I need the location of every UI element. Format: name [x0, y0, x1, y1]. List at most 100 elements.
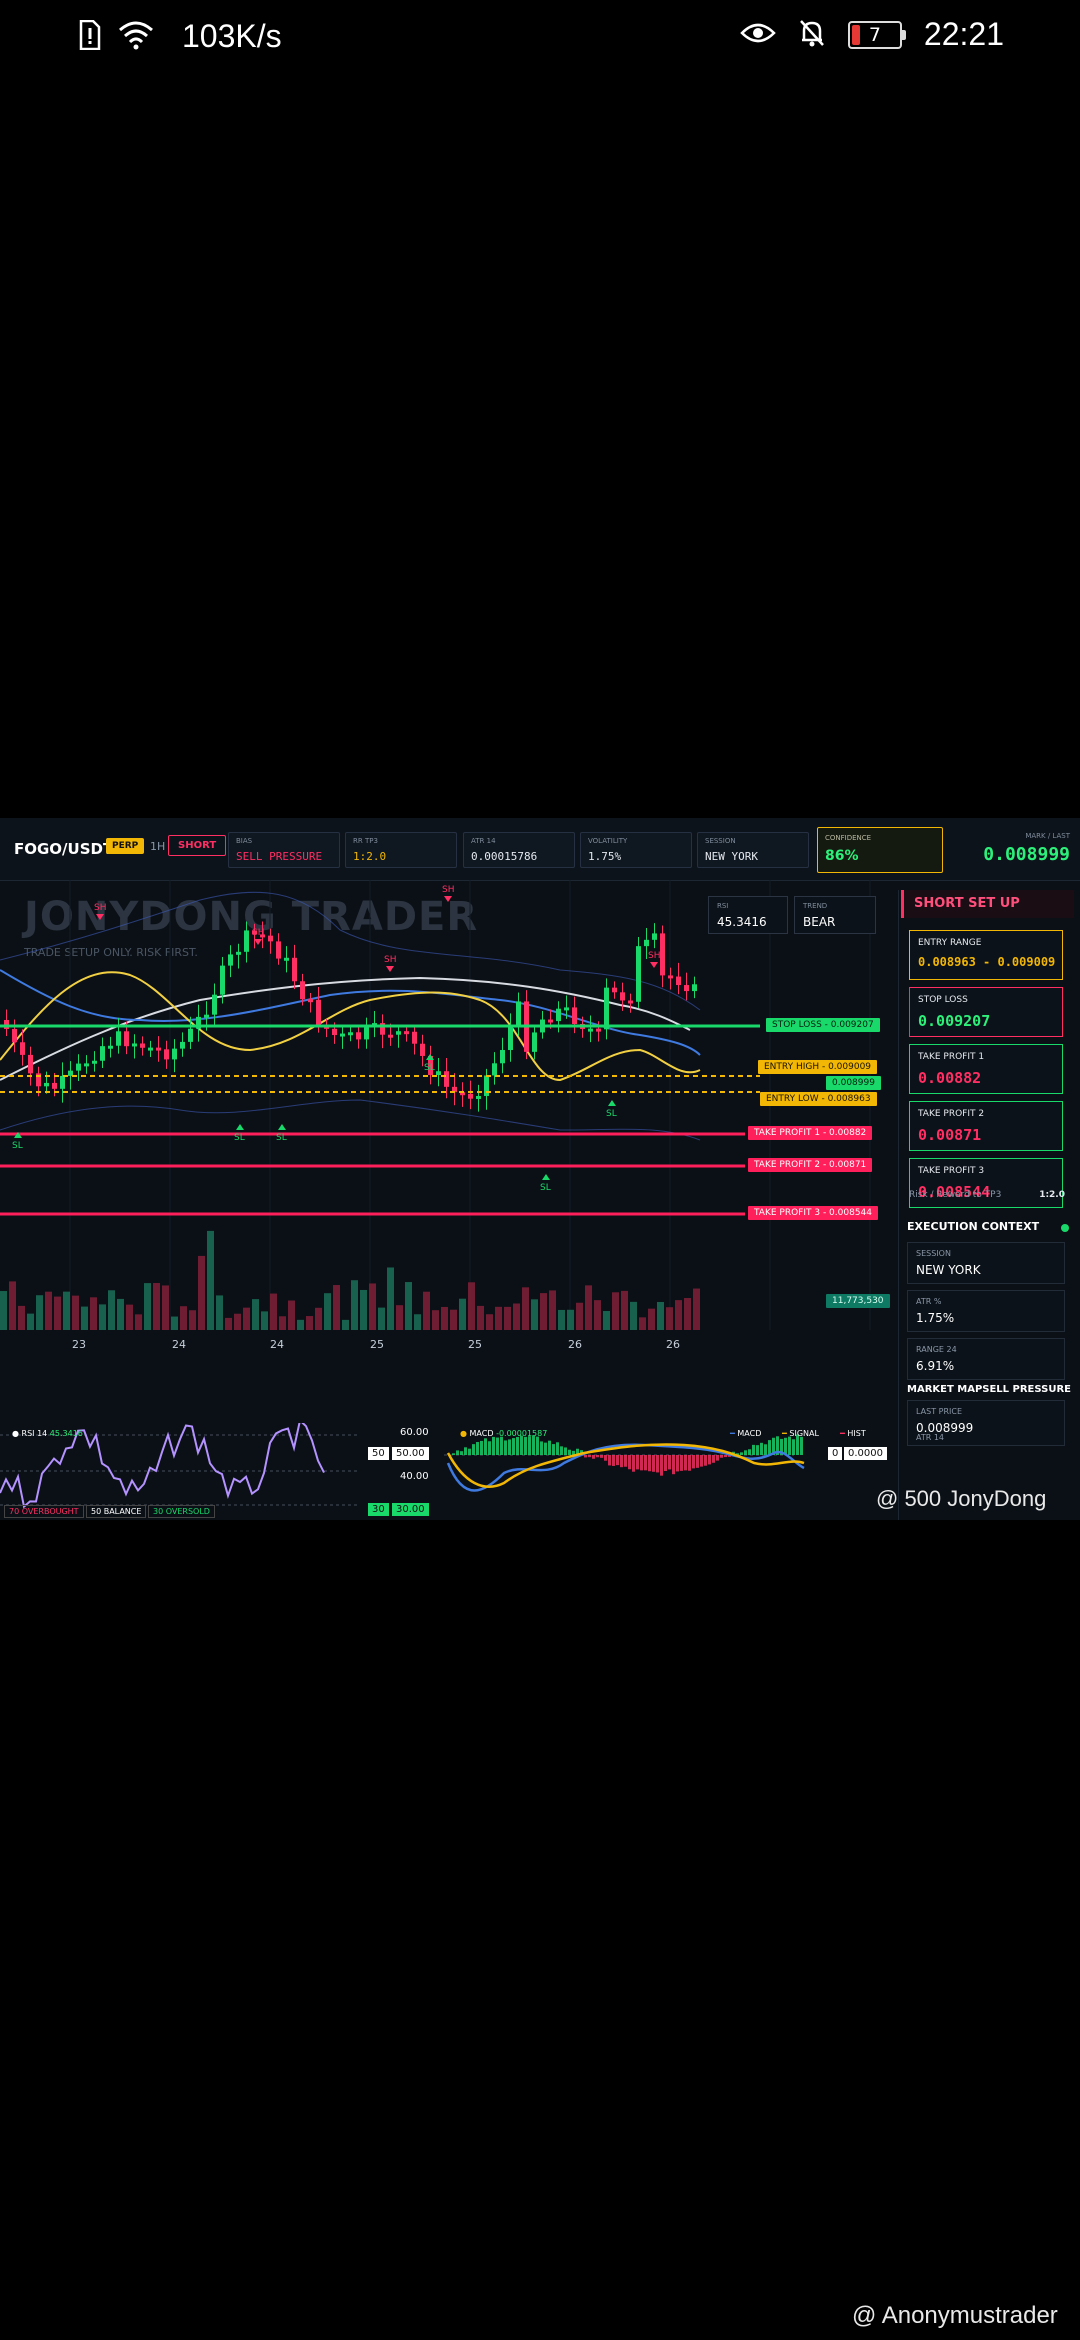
candle-body: [596, 1028, 601, 1032]
volume-bars: [0, 1230, 700, 1330]
candle-body: [348, 1032, 353, 1036]
swing-high-label: SH: [384, 955, 396, 965]
swing-low-label: SL: [424, 1063, 435, 1073]
candle-body: [548, 1019, 553, 1023]
histogram-bar: [756, 1445, 759, 1455]
histogram-bar: [540, 1441, 543, 1455]
session-value: NEW YORK: [916, 1263, 981, 1277]
histogram-bar: [740, 1452, 743, 1455]
candle-body: [12, 1029, 17, 1043]
volume-bar: [387, 1267, 394, 1330]
wifi-icon: [118, 20, 154, 54]
volume-bar: [513, 1303, 520, 1330]
tp3-label: TAKE PROFIT 3 - 0.008544: [748, 1206, 878, 1220]
price-chart[interactable]: JONYDONG TRADER TRADE SETUP ONLY. RISK F…: [0, 880, 893, 1400]
volume-bar: [549, 1290, 556, 1330]
candle-body: [108, 1045, 113, 1049]
last-price-box-label: LAST PRICE: [916, 1407, 963, 1416]
histogram-bar: [628, 1455, 631, 1470]
pair-symbol[interactable]: FOGO/USDT: [14, 840, 113, 858]
candle-body: [604, 987, 609, 1030]
video-watermark-2: @ Anonymustrader: [852, 2302, 1058, 2329]
network-speed: 103K/s: [182, 18, 282, 54]
histogram-bar: [588, 1455, 591, 1458]
atr-box: ATR % 1.75%: [907, 1290, 1065, 1332]
candle-body: [508, 1026, 513, 1051]
histogram-bar: [524, 1436, 527, 1455]
histogram-bar: [544, 1442, 547, 1455]
candle-body: [628, 1000, 633, 1004]
rsi-name: RSI 14: [21, 1429, 48, 1438]
histogram-bar: [712, 1455, 715, 1463]
volume-bar: [117, 1298, 124, 1330]
volume-bar: [207, 1230, 214, 1330]
volume-bar: [459, 1298, 466, 1330]
volume-bar: [81, 1306, 88, 1330]
volume-bar: [576, 1302, 583, 1330]
volume-bar: [441, 1306, 448, 1330]
trend-box-value: BEAR: [803, 915, 836, 929]
volume-bar: [288, 1300, 295, 1330]
trend-box-label: TREND: [803, 902, 828, 910]
volume-bar: [0, 1291, 7, 1330]
rsi-axis-50b: 50.00: [392, 1447, 429, 1460]
volume-bar: [54, 1296, 61, 1330]
volume-label: 11,773,530: [826, 1294, 890, 1308]
candle-body: [308, 999, 313, 1003]
timeframe[interactable]: 1H: [150, 840, 165, 853]
candle-body: [148, 1047, 153, 1051]
candle-body: [44, 1082, 49, 1087]
volume-bar: [585, 1285, 592, 1330]
candle-body: [516, 1001, 521, 1027]
last-price-label: 0.008999: [826, 1076, 881, 1090]
histogram-bar: [720, 1455, 723, 1458]
entry-low-label: ENTRY LOW - 0.008963: [760, 1092, 877, 1106]
rsi-box-label: RSI: [717, 902, 729, 910]
macd-title: ● MACD -0.00001587: [460, 1429, 548, 1438]
rsi-oversold: 30 OVERSOLD: [148, 1505, 215, 1518]
histogram-bar: [700, 1455, 703, 1467]
histogram-bar: [668, 1455, 671, 1470]
volume-bar: [675, 1300, 682, 1330]
rsi-balance: 50 BALANCE: [86, 1505, 147, 1518]
entry-range-value: 0.008963 - 0.009009: [918, 955, 1056, 969]
histogram-bar: [500, 1436, 503, 1455]
histogram-bar: [464, 1447, 467, 1455]
candle-body: [20, 1042, 25, 1055]
volume-bar: [234, 1313, 241, 1330]
metric-label: VOLATILITY: [588, 837, 628, 845]
metric-atr: ATR 14 0.00015786: [463, 832, 575, 868]
metric-session: SESSION NEW YORK: [697, 832, 809, 868]
candle-body: [284, 957, 289, 961]
volume-bar: [360, 1289, 367, 1330]
arrow-down-icon: [96, 914, 104, 920]
volume-bar: [657, 1301, 664, 1330]
histogram-bar: [532, 1435, 535, 1455]
histogram-bar: [484, 1438, 487, 1455]
swing-high-label: SH: [442, 885, 454, 895]
setup-title: SHORT SET UP: [901, 890, 1074, 918]
volume-bar: [405, 1282, 412, 1330]
histogram-bar: [528, 1436, 531, 1455]
range-label: RANGE 24: [916, 1345, 957, 1354]
volume-bar: [342, 1319, 349, 1330]
volume-bar: [153, 1283, 160, 1330]
volume-bar: [603, 1311, 610, 1330]
candle-body: [60, 1075, 65, 1089]
x-tick: 26: [568, 1338, 582, 1351]
volume-bar: [108, 1290, 115, 1330]
stop-loss-label: STOP LOSS - 0.009207: [766, 1018, 880, 1032]
volume-bar: [423, 1291, 430, 1330]
atr-label: ATR %: [916, 1297, 942, 1306]
x-tick: 25: [370, 1338, 384, 1351]
macd-panel[interactable]: ● MACD -0.00001587 ━ MACD ━ SIGNAL ━ HIS…: [444, 1423, 894, 1520]
volume-bar: [432, 1310, 439, 1330]
histogram-bar: [696, 1455, 699, 1468]
candle-body: [644, 939, 649, 947]
rsi-panel[interactable]: ● RSI 14 45.3416 70 OVERBOUGHT 50 BALANC…: [0, 1423, 440, 1520]
candle-body: [92, 1060, 97, 1064]
candle-body: [212, 994, 217, 1015]
volume-bar: [504, 1306, 511, 1330]
volume-bar: [99, 1304, 106, 1330]
candle-body: [220, 965, 225, 995]
